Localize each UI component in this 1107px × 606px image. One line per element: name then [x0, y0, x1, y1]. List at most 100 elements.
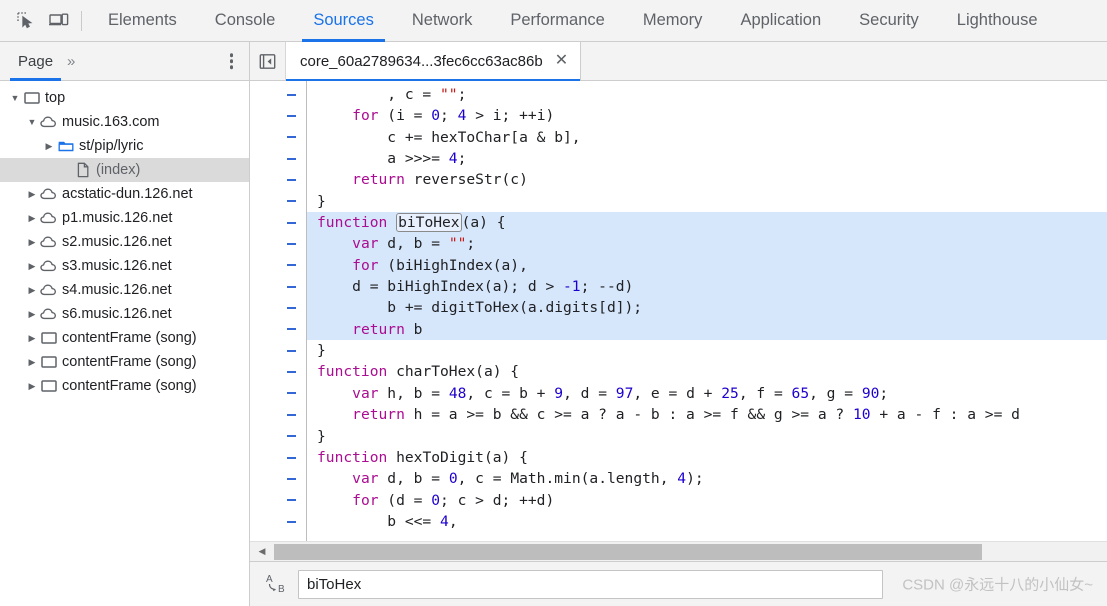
code-line[interactable]: var d, b = 0, c = Math.min(a.length, 4);	[307, 468, 1107, 489]
code-line[interactable]: function charToHex(a) {	[307, 361, 1107, 382]
tree-item-index[interactable]: (index)	[0, 158, 249, 182]
tree-item-st-pip-lyric[interactable]: ▶ st/pip/lyric	[0, 134, 249, 158]
gutter-line-marker[interactable]	[250, 169, 306, 190]
gutter-line-marker[interactable]	[250, 468, 306, 489]
gutter-line-marker[interactable]	[250, 297, 306, 318]
tab-lighthouse[interactable]: Lighthouse	[938, 0, 1057, 42]
chevron-right-icon[interactable]: ▶	[25, 302, 39, 326]
code-token: , c = Math.min(a.length,	[457, 470, 678, 488]
gutter-line-marker[interactable]	[250, 404, 306, 425]
collapse-sidebar-icon[interactable]	[250, 42, 286, 80]
tree-item-contentframe-song[interactable]: ▶ contentFrame (song)	[0, 326, 249, 350]
gutter-line-marker[interactable]	[250, 255, 306, 276]
chevron-down-icon[interactable]: ▼	[8, 86, 22, 110]
fold-dash-icon	[287, 371, 296, 374]
file-tree[interactable]: ▼ top ▼ music.163.com ▶ st/pip/lyric (index) ▶ a…	[0, 81, 249, 606]
gutter-line-marker[interactable]	[250, 105, 306, 126]
chevron-right-icon[interactable]: ▶	[25, 326, 39, 350]
gutter-line-marker[interactable]	[250, 148, 306, 169]
tab-elements[interactable]: Elements	[89, 0, 196, 42]
inspect-element-icon[interactable]	[8, 6, 42, 36]
navigator-tab-page-label: Page	[18, 52, 54, 70]
code-line[interactable]: }	[307, 191, 1107, 212]
chevron-right-icon[interactable]: ▶	[25, 206, 39, 230]
code-line[interactable]: function biToHex (a) {	[307, 212, 1107, 234]
gutter-line-marker[interactable]	[250, 490, 306, 511]
tree-item-s2-music-126-net[interactable]: ▶ s2.music.126.net	[0, 230, 249, 254]
code-editor[interactable]: , c = ""; for (i = 0; 4 > i; ++i) c += h…	[250, 81, 1107, 541]
code-line[interactable]: b += digitToHex(a.digits[d]);	[307, 297, 1107, 319]
tree-item-contentframe-song[interactable]: ▶ contentFrame (song)	[0, 350, 249, 374]
tab-application[interactable]: Application	[721, 0, 840, 42]
gutter-line-marker[interactable]	[250, 233, 306, 254]
chevron-right-icon[interactable]: ▶	[42, 134, 56, 158]
code-line[interactable]: a >>>= 4;	[307, 148, 1107, 169]
cloud-icon	[39, 115, 59, 129]
tab-memory[interactable]: Memory	[624, 0, 722, 42]
code-scroller[interactable]: , c = ""; for (i = 0; 4 > i; ++i) c += h…	[307, 81, 1107, 541]
code-line[interactable]: for (i = 0; 4 > i; ++i)	[307, 105, 1107, 126]
code-line[interactable]: c += hexToChar[a & b],	[307, 127, 1107, 148]
gutter-line-marker[interactable]	[250, 511, 306, 532]
tab-performance[interactable]: Performance	[491, 0, 623, 42]
gutter-line-marker[interactable]	[250, 340, 306, 361]
code-line[interactable]: return h = a >= b && c >= a ? a - b : a …	[307, 404, 1107, 425]
close-icon[interactable]: ✕	[555, 53, 568, 69]
code-line[interactable]: return reverseStr(c)	[307, 169, 1107, 190]
code-line[interactable]: for (biHighIndex(a),	[307, 254, 1107, 277]
code-line[interactable]: return b	[307, 318, 1107, 341]
device-toolbar-icon[interactable]	[42, 6, 76, 36]
code-line[interactable]: var h, b = 48, c = b + 9, d = 97, e = d …	[307, 383, 1107, 404]
code-line[interactable]: }	[307, 426, 1107, 447]
tree-item-p1-music-126-net[interactable]: ▶ p1.music.126.net	[0, 206, 249, 230]
rename-highlight-token[interactable]: biToHex	[396, 213, 462, 233]
gutter-line-marker[interactable]	[250, 361, 306, 382]
gutter-line-marker[interactable]	[250, 191, 306, 212]
chevron-right-icon[interactable]: ▶	[25, 230, 39, 254]
horizontal-scrollbar[interactable]: ◀	[250, 541, 1107, 561]
code-line[interactable]: , c = "";	[307, 84, 1107, 105]
tree-item-top[interactable]: ▼ top	[0, 86, 249, 110]
chevron-right-icon[interactable]: ▶	[25, 254, 39, 278]
tree-item-s4-music-126-net[interactable]: ▶ s4.music.126.net	[0, 278, 249, 302]
tab-console[interactable]: Console	[196, 0, 295, 42]
tab-security[interactable]: Security	[840, 0, 938, 42]
chevron-right-icon[interactable]: ▶	[25, 278, 39, 302]
tree-item-s3-music-126-net[interactable]: ▶ s3.music.126.net	[0, 254, 249, 278]
scrollbar-track[interactable]	[274, 542, 1107, 562]
kebab-menu-icon[interactable]	[229, 53, 233, 69]
file-tab[interactable]: core_60a2789634...3fec6cc63ac86b ✕	[286, 42, 582, 81]
gutter-line-marker[interactable]	[250, 383, 306, 404]
more-tabs-icon[interactable]: »	[61, 53, 80, 70]
code-line[interactable]: for (d = 0; c > d; ++d)	[307, 490, 1107, 511]
navigator-tab-page[interactable]: Page	[10, 42, 62, 81]
code-line[interactable]: var d, b = "";	[307, 233, 1107, 255]
gutter-line-marker[interactable]	[250, 212, 306, 233]
code-token: h, b =	[378, 384, 449, 402]
tree-item-contentframe-song[interactable]: ▶ contentFrame (song)	[0, 374, 249, 398]
code-line[interactable]: b <<= 4,	[307, 511, 1107, 532]
rename-input[interactable]	[298, 569, 883, 599]
tree-item-s6-music-126-net[interactable]: ▶ s6.music.126.net	[0, 302, 249, 326]
chevron-right-icon[interactable]: ▶	[25, 182, 39, 206]
code-line[interactable]: }	[307, 340, 1107, 361]
chevron-down-icon[interactable]: ▼	[25, 110, 39, 134]
scroll-left-arrow-icon[interactable]: ◀	[250, 546, 274, 557]
gutter-line-marker[interactable]	[250, 426, 306, 447]
code-line[interactable]: function hexToDigit(a) {	[307, 447, 1107, 468]
code-token: ,	[448, 512, 458, 530]
scrollbar-thumb[interactable]	[274, 543, 983, 560]
tree-item-acstatic-dun-126-net[interactable]: ▶ acstatic-dun.126.net	[0, 182, 249, 206]
gutter-line-marker[interactable]	[250, 84, 306, 105]
code-line[interactable]: d = biHighIndex(a); d > -1; --d)	[307, 276, 1107, 298]
line-gutter[interactable]	[250, 81, 307, 541]
tab-sources[interactable]: Sources	[294, 0, 393, 42]
gutter-line-marker[interactable]	[250, 319, 306, 340]
tab-network[interactable]: Network	[393, 0, 492, 42]
gutter-line-marker[interactable]	[250, 127, 306, 148]
gutter-line-marker[interactable]	[250, 276, 306, 297]
tree-item-music-163-com[interactable]: ▼ music.163.com	[0, 110, 249, 134]
gutter-line-marker[interactable]	[250, 447, 306, 468]
chevron-right-icon[interactable]: ▶	[25, 350, 39, 374]
chevron-right-icon[interactable]: ▶	[25, 374, 39, 398]
